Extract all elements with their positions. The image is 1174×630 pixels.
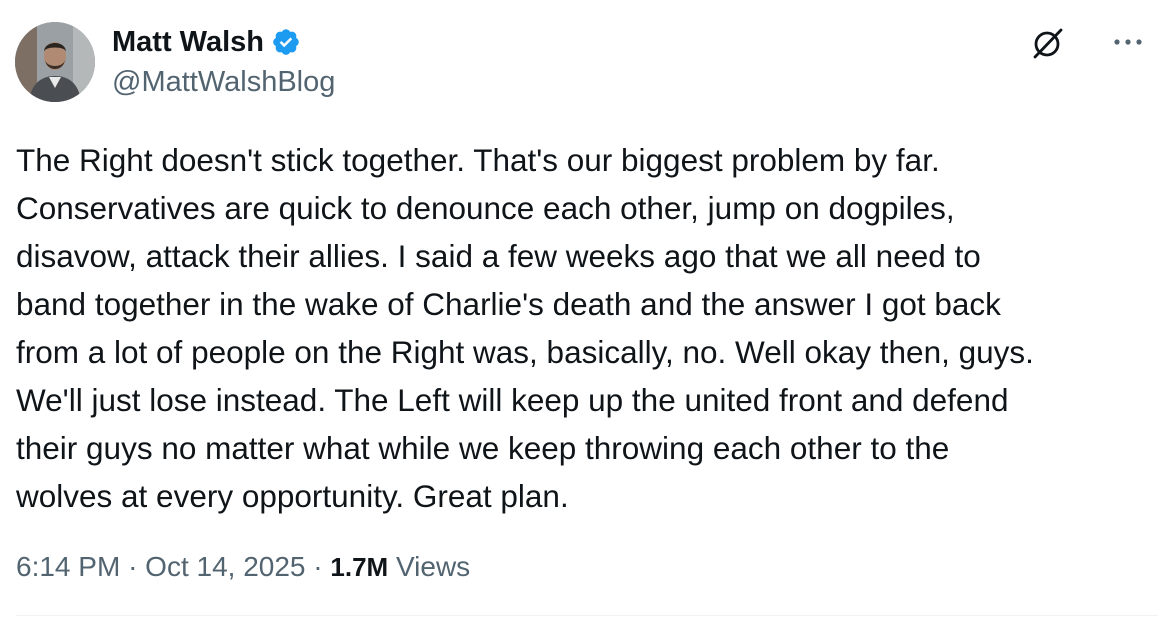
tweet-line: disavow, attack their allies. I said a f… — [16, 238, 981, 274]
meta-separator: · — [313, 551, 323, 582]
author-name-row[interactable]: Matt Walsh — [112, 24, 301, 60]
tweet-line: wolves at every opportunity. Great plan. — [16, 478, 569, 514]
author-handle[interactable]: @MattWalshBlog — [112, 64, 335, 100]
views-count[interactable]: 1.7M — [330, 552, 388, 582]
more-icon[interactable] — [1110, 30, 1146, 54]
grok-icon[interactable] — [1030, 25, 1066, 61]
avatar-photo — [15, 22, 95, 102]
verified-badge-icon[interactable] — [271, 27, 301, 57]
tweet-line: from a lot of people on the Right was, b… — [16, 334, 1034, 370]
meta-separator: · — [128, 551, 138, 582]
tweet-time[interactable]: 6:14 PM — [16, 551, 120, 582]
views-label[interactable]: Views — [396, 551, 470, 582]
author-name[interactable]: Matt Walsh — [112, 24, 264, 60]
tweet-text: The Right doesn't stick together. That's… — [16, 136, 1161, 520]
divider — [16, 615, 1158, 616]
tweet-line: their guys no matter what while we keep … — [16, 430, 950, 466]
tweet-line: Conservatives are quick to denounce each… — [16, 190, 955, 226]
tweet-meta: 6:14 PM · Oct 14, 2025 · 1.7M Views — [16, 547, 470, 587]
tweet-line: The Right doesn't stick together. That's… — [16, 142, 940, 178]
tweet-date[interactable]: Oct 14, 2025 — [145, 551, 305, 582]
avatar[interactable] — [15, 22, 95, 102]
tweet-line: band together in the wake of Charlie's d… — [16, 286, 1001, 322]
tweet-line: We'll just lose instead. The Left will k… — [16, 382, 1009, 418]
